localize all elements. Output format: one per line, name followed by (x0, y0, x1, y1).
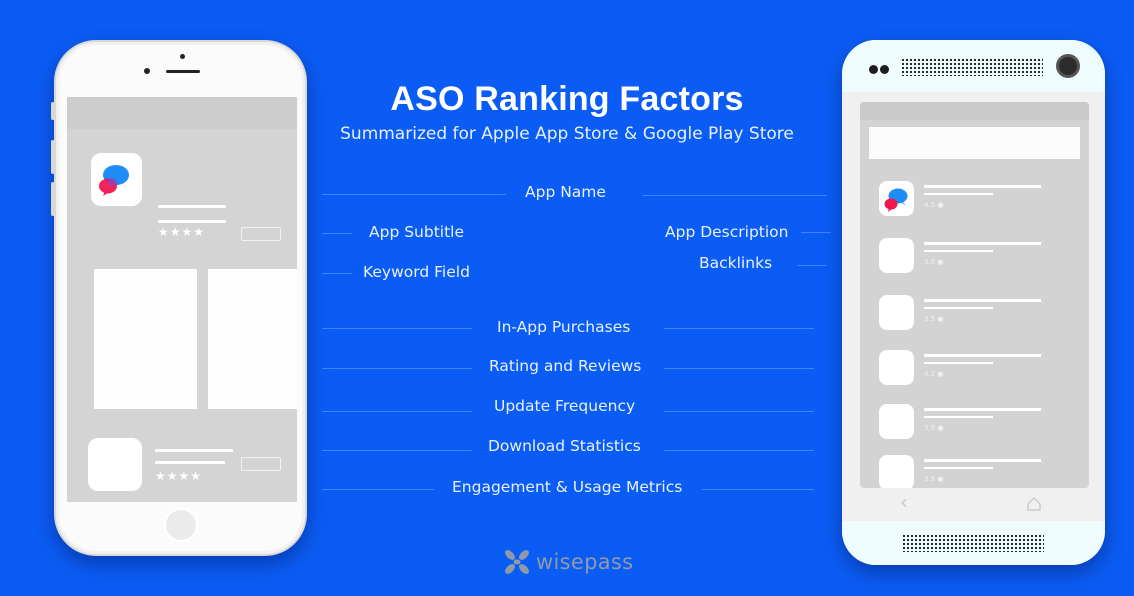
featured-app-get-button[interactable] (241, 227, 281, 241)
divider-line (664, 450, 814, 451)
app-title-line (924, 242, 1041, 245)
app-title-line (924, 408, 1041, 411)
android-home-icon[interactable] (1026, 496, 1042, 512)
factor-keyword-field: Keyword Field (363, 263, 470, 281)
divider-line (322, 368, 472, 369)
app-subtitle-line (924, 307, 993, 309)
divider-line (322, 233, 352, 234)
wisepass-logo-icon (505, 550, 529, 574)
app-screenshot-tile (94, 269, 197, 409)
factor-in-app-purchases: In-App Purchases (497, 318, 631, 336)
list-item[interactable]: 3.9 ● (860, 455, 1089, 488)
chat-bubbles-icon (99, 165, 129, 196)
brand-name: wisepass (536, 550, 634, 574)
app-icon (879, 455, 914, 488)
factor-download-statistics: Download Statistics (488, 437, 641, 455)
factor-app-description: App Description (665, 223, 789, 241)
featured-app-subtitle-line (158, 220, 226, 223)
iphone-home-button[interactable] (164, 508, 198, 542)
android-bottom-speaker-grille (902, 534, 1044, 552)
divider-line (322, 489, 434, 490)
factor-backlinks: Backlinks (699, 254, 773, 272)
divider-line (643, 195, 827, 196)
android-front-camera (1056, 54, 1080, 78)
divider-line (797, 265, 827, 266)
app-rating: 3.9 ● (924, 475, 944, 483)
featured-app-title-line (158, 205, 226, 208)
second-app-get-button[interactable] (241, 457, 281, 471)
android-app-bar (860, 102, 1089, 120)
divider-line (702, 489, 814, 490)
app-icon (879, 181, 914, 216)
list-item[interactable]: 4.2 ● (860, 350, 1089, 390)
android-screen: 4.5 ● 3.8 ● 3.5 ● 4.2 ● 3.9 ● 3.9 ● (860, 102, 1089, 488)
divider-line (322, 411, 472, 412)
android-search-bar[interactable] (869, 127, 1080, 159)
app-icon (879, 295, 914, 330)
factor-rating-and-reviews: Rating and Reviews (489, 357, 642, 375)
android-back-icon[interactable]: ‹ (900, 492, 908, 512)
iphone-sensor (180, 54, 185, 59)
app-subtitle-line (924, 416, 993, 418)
divider-line (322, 450, 472, 451)
android-sensor (869, 65, 878, 74)
app-subtitle-line (924, 362, 993, 364)
brand-logo: wisepass (502, 546, 633, 578)
app-rating: 4.2 ● (924, 370, 944, 378)
app-rating: 4.5 ● (924, 201, 944, 209)
iphone-earpiece (166, 70, 200, 73)
factor-update-frequency: Update Frequency (494, 397, 636, 415)
second-app-subtitle-line (155, 461, 225, 464)
iphone-volume-down (51, 182, 55, 216)
divider-line (322, 273, 352, 274)
app-title-line (924, 185, 1041, 188)
app-title-line (924, 354, 1041, 357)
second-app-title-line (155, 449, 233, 452)
second-app-stars: ★★★★ (155, 469, 203, 483)
android-mockup: 4.5 ● 3.8 ● 3.5 ● 4.2 ● 3.9 ● 3.9 ● ‹ (842, 40, 1105, 565)
list-item[interactable]: 4.5 ● (860, 181, 1089, 221)
featured-app-stars: ★★★★ (158, 225, 206, 239)
list-item[interactable]: 3.9 ● (860, 404, 1089, 444)
divider-line (322, 194, 506, 195)
factor-engagement-usage-metrics: Engagement & Usage Metrics (452, 478, 683, 496)
factor-app-subtitle: App Subtitle (369, 223, 465, 241)
divider-line (664, 328, 814, 329)
app-rating: 3.8 ● (924, 258, 944, 266)
factor-app-name: App Name (525, 183, 606, 201)
app-icon (879, 404, 914, 439)
divider-line (801, 232, 831, 233)
iphone-screen: ★★★★ ★★★★ (67, 97, 297, 502)
iphone-volume-up (51, 140, 55, 174)
chat-bubbles-icon (884, 188, 908, 212)
app-rating: 3.5 ● (924, 315, 944, 323)
list-item[interactable]: 3.5 ● (860, 295, 1089, 335)
android-top-speaker-grille (901, 58, 1043, 76)
app-title-line (924, 459, 1041, 462)
app-icon (879, 350, 914, 385)
list-item[interactable]: 3.8 ● (860, 238, 1089, 278)
app-icon (879, 238, 914, 273)
iphone-front-camera (144, 68, 150, 74)
app-subtitle-line (924, 467, 993, 469)
second-app-icon[interactable] (88, 438, 142, 491)
divider-line (322, 328, 472, 329)
divider-line (664, 411, 814, 412)
app-screenshot-tile (208, 269, 297, 409)
app-rating: 3.9 ● (924, 424, 944, 432)
app-subtitle-line (924, 193, 993, 195)
app-title-line (924, 299, 1041, 302)
app-subtitle-line (924, 250, 993, 252)
divider-line (664, 368, 814, 369)
featured-app-icon[interactable] (91, 153, 142, 206)
android-sensor (880, 65, 889, 74)
